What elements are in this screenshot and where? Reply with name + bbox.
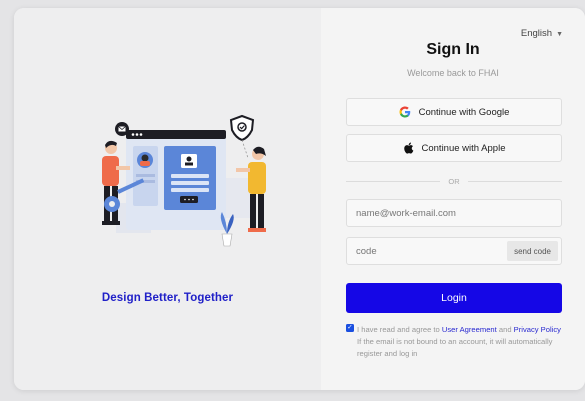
sign-in-panel: English ▼ Sign In Welcome back to FHAI Co…: [321, 8, 585, 390]
apple-logo-icon: [403, 142, 414, 154]
agreement-block: ✓ I have read and agree to User Agreemen…: [346, 324, 566, 360]
auto-register-note: If the email is not bound to an account,…: [357, 337, 553, 358]
agreement-prefix: I have read and agree to: [357, 325, 440, 334]
divider-line: [467, 180, 562, 182]
send-code-button[interactable]: send code: [507, 241, 558, 261]
tagline: Design Better, Together: [101, 292, 234, 304]
apple-button-label: Continue with Apple: [421, 142, 506, 154]
caret-down-icon: ▼: [556, 31, 563, 38]
google-sign-in-button[interactable]: Continue with Google: [346, 98, 562, 126]
google-button-label: Continue with Google: [418, 106, 510, 118]
privacy-policy-link[interactable]: Privacy Policy: [514, 325, 561, 334]
agreement-and: and: [498, 325, 512, 334]
agree-checkbox[interactable]: ✓: [346, 324, 354, 332]
page-title: Sign In: [426, 41, 480, 58]
email-field: [346, 199, 562, 227]
team-collaboration-illustration: [102, 114, 266, 247]
apple-sign-in-button[interactable]: Continue with Apple: [346, 134, 562, 162]
divider-line: [346, 180, 441, 182]
code-field: send code: [346, 237, 562, 265]
user-agreement-link[interactable]: User Agreement: [442, 325, 497, 334]
illustration-panel: Design Better, Together: [14, 8, 321, 390]
language-label: English: [520, 28, 553, 39]
page-subtitle: Welcome back to FHAI: [407, 68, 499, 78]
language-selector[interactable]: English ▼: [521, 28, 563, 39]
divider-text: OR: [448, 176, 460, 186]
plant-pot: [221, 233, 233, 247]
or-divider: OR: [346, 176, 562, 186]
email-input[interactable]: [347, 200, 561, 226]
sign-in-card: Design Better, Together English ▼ Sign In…: [14, 8, 585, 390]
agreement-text: I have read and agree to User Agreement …: [346, 324, 566, 360]
login-button[interactable]: Login: [346, 283, 562, 313]
google-logo-icon: [399, 106, 411, 118]
